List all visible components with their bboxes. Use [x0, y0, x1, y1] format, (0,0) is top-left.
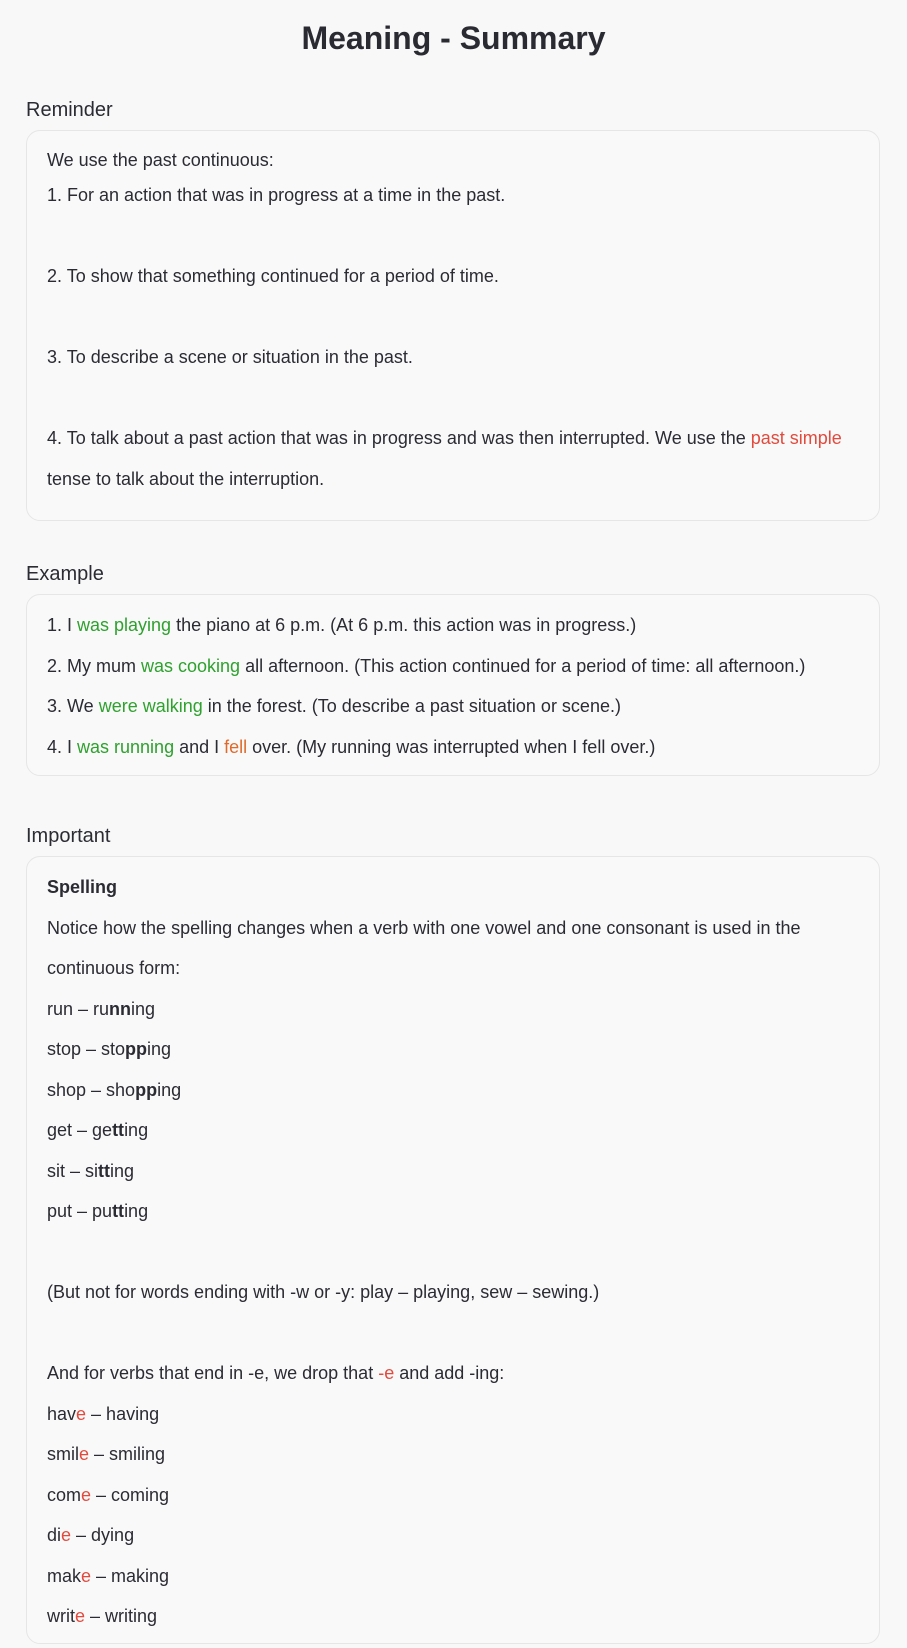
reminder-section: Reminder We use the past continuous: 1. …: [26, 98, 880, 521]
doubling-text: get – ge: [47, 1120, 113, 1140]
doubling-text: sit – si: [47, 1160, 99, 1181]
example-text: over. (My running was interrupted when I…: [247, 736, 656, 757]
verb-stem: smil: [47, 1444, 79, 1464]
doubling-text: ing: [147, 1039, 172, 1059]
doubling-text: ing: [124, 1120, 149, 1140]
example-text: the piano at 6 p.m. (At 6 p.m. this acti…: [171, 615, 637, 635]
drop-e-item: come – coming: [47, 1475, 859, 1516]
drop-e-highlight: -e: [378, 1363, 395, 1383]
doubling-text: shop – sho: [47, 1079, 136, 1100]
doubled-letters: pp: [125, 1039, 148, 1059]
reminder-item-4: 4. To talk about a past action that was …: [47, 418, 859, 499]
example-text: 2. My mum: [47, 655, 142, 676]
dropped-e: e: [61, 1525, 72, 1545]
verb-stem: mak: [47, 1565, 82, 1586]
doubled-letters: tt: [112, 1120, 125, 1140]
reminder-heading: Reminder: [26, 99, 113, 121]
doubling-item: get – getting: [47, 1110, 859, 1151]
drop-e-item: make – making: [47, 1556, 859, 1597]
doubling-text: ing: [157, 1079, 182, 1100]
doubling-item: sit – sitting: [47, 1151, 859, 1192]
dropped-e: e: [75, 1606, 86, 1626]
example-past-simple-verb: fell: [224, 736, 248, 757]
ing-form: – writing: [85, 1606, 158, 1626]
example-text: 3. We: [47, 696, 99, 716]
example-section: Example 1. I was playing the piano at 6 …: [26, 562, 880, 776]
example-heading: Example: [26, 563, 104, 585]
example-item: 4. I was running and I fell over. (My ru…: [47, 727, 859, 768]
example-text: all afternoon. (This action continued fo…: [240, 655, 806, 676]
doubling-text: ing: [131, 998, 156, 1019]
example-item: 3. We were walking in the forest. (To de…: [47, 686, 859, 727]
verb-stem: writ: [47, 1606, 75, 1626]
drop-e-item: smile – smiling: [47, 1434, 859, 1475]
drop-e-item: die – dying: [47, 1515, 859, 1556]
doubling-text: ing: [124, 1201, 149, 1221]
example-text: 1. I: [47, 615, 78, 635]
example-verb: were walking: [98, 696, 203, 716]
dropped-e: e: [81, 1484, 92, 1505]
doubling-item: run – running: [47, 989, 859, 1030]
spelling-subheading-text: Spelling: [47, 877, 118, 897]
verb-stem: com: [47, 1484, 82, 1505]
example-verb: was cooking: [141, 655, 241, 676]
important-card: Spelling Notice how the spelling changes…: [26, 856, 880, 1644]
important-section: Important Spelling Notice how the spelli…: [26, 824, 880, 1644]
verb-stem: di: [47, 1525, 62, 1545]
important-heading: Important: [26, 825, 111, 847]
dropped-e: e: [76, 1403, 87, 1424]
ing-form: – smiling: [89, 1444, 166, 1464]
example-item: 2. My mum was cooking all afternoon. (Th…: [47, 646, 859, 687]
page-title: Meaning - Summary: [301, 20, 606, 56]
reminder-item-1: 1. For an action that was in progress at…: [47, 185, 506, 205]
example-card: 1. I was playing the piano at 6 p.m. (At…: [26, 594, 880, 776]
reminder-item-2: 2. To show that something continued for …: [47, 266, 499, 286]
drop-e-text: and add -ing:: [394, 1363, 505, 1383]
example-text: and I: [174, 736, 225, 757]
drop-e-text: And for verbs that end in -e, we drop th…: [47, 1363, 379, 1383]
doubled-letters: tt: [112, 1201, 125, 1221]
drop-e-item: write – writing: [47, 1596, 859, 1637]
reminder-item-4-text: 4. To talk about a past action that was …: [47, 428, 751, 448]
doubling-text: put – pu: [47, 1201, 113, 1221]
doubling-text: run – ru: [47, 998, 110, 1019]
ing-form: – making: [91, 1565, 170, 1586]
example-verb: was playing: [77, 615, 172, 635]
example-item: 1. I was playing the piano at 6 p.m. (At…: [47, 605, 859, 646]
spelling-subheading: Spelling: [47, 867, 859, 908]
spelling-exception: (But not for words ending with -w or -y:…: [47, 1282, 600, 1302]
drop-e-rule: And for verbs that end in -e, we drop th…: [47, 1353, 859, 1394]
ing-form: – having: [86, 1403, 160, 1424]
example-verb: was running: [77, 736, 175, 757]
doubling-text: stop – sto: [47, 1039, 126, 1059]
drop-e-item: have – having: [47, 1394, 859, 1435]
dropped-e: e: [79, 1444, 90, 1464]
doubled-letters: nn: [109, 998, 132, 1019]
past-simple-highlight: past simple: [750, 428, 842, 448]
dropped-e: e: [81, 1565, 92, 1586]
doubling-item: shop – shopping: [47, 1070, 859, 1111]
verb-stem: hav: [47, 1403, 77, 1424]
doubling-item: put – putting: [47, 1191, 859, 1232]
ing-form: – coming: [91, 1484, 170, 1505]
reminder-item-4-tail: tense to talk about the interruption.: [47, 468, 325, 489]
reminder-card: We use the past continuous: 1. For an ac…: [26, 130, 880, 521]
example-text: 4. I: [47, 736, 78, 757]
doubled-letters: tt: [98, 1160, 111, 1181]
doubled-letters: pp: [135, 1079, 158, 1100]
example-text: in the forest. (To describe a past situa…: [202, 696, 621, 716]
reminder-item-3: 3. To describe a scene or situation in t…: [47, 347, 413, 367]
ing-form: – dying: [71, 1525, 135, 1545]
spelling-intro: Notice how the spelling changes when a v…: [47, 917, 801, 979]
reminder-intro: We use the past continuous:: [47, 150, 274, 170]
doubling-item: stop – stopping: [47, 1029, 859, 1070]
doubling-text: ing: [110, 1160, 135, 1181]
